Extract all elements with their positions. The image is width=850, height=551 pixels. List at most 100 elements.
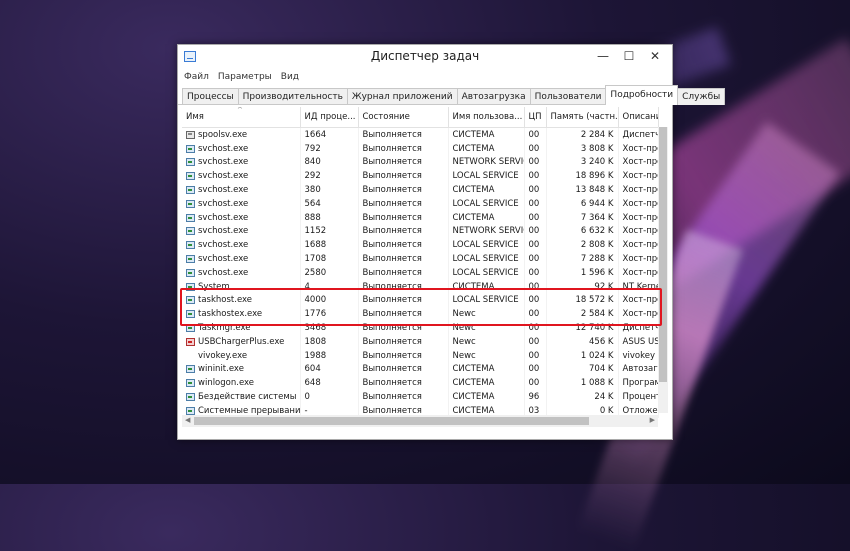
process-icon xyxy=(186,296,195,305)
memory-cell: 456 K xyxy=(546,334,619,349)
status-cell: Выполняется xyxy=(358,210,449,225)
pid-cell: 1664 xyxy=(300,127,359,142)
cpu-cell: 00 xyxy=(524,183,547,197)
memory-cell: 18 896 K xyxy=(546,169,619,184)
table-row[interactable]: svchost.exe 888 Выполняется СИСТЕМА 00 7 364 … xyxy=(182,210,659,225)
pid-cell: 4 xyxy=(300,279,359,294)
process-name-cell: svchost.exe xyxy=(182,155,301,170)
process-name-cell: winlogon.exe xyxy=(182,376,301,391)
table-row[interactable]: USBChargerPlus.exe 1808 Выполняется Newc 00 4… xyxy=(182,334,659,349)
memory-cell: 1 596 K xyxy=(546,265,619,280)
vertical-scrollbar[interactable] xyxy=(658,127,668,413)
process-icon xyxy=(186,172,195,181)
process-icon xyxy=(186,282,195,291)
menu-view[interactable]: Вид xyxy=(281,72,299,82)
column-header-username[interactable]: Имя пользова... xyxy=(448,107,525,128)
table-row[interactable]: svchost.exe 2580 Выполняется LOCAL SERVICE 0… xyxy=(182,265,659,280)
close-button[interactable]: ✕ xyxy=(642,47,668,65)
table-row[interactable]: Бездействие системы 0 Выполняется СИСТЕМА 96… xyxy=(182,390,659,404)
pid-cell: 840 xyxy=(300,155,359,170)
usb-icon xyxy=(186,337,195,346)
table-header-row: ^ Имя ИД проце... Состояние Имя пользова.… xyxy=(182,107,659,128)
cpu-cell: 00 xyxy=(524,376,547,391)
table-row[interactable]: System 4ВыполняетсяСИСТЕМА0092 KNT Kernel xyxy=(182,279,659,294)
process-name-cell: taskhostex.exe xyxy=(182,307,301,322)
vertical-scroll-thumb[interactable] xyxy=(659,127,667,382)
horizontal-scrollbar[interactable]: ◀ ▶ xyxy=(182,415,658,427)
tab-details[interactable]: Подробности xyxy=(605,85,679,105)
column-header-cpu[interactable]: ЦП xyxy=(524,107,547,128)
table-row[interactable]: Taskmgr.exe 3468 Выполняется Newc 00 12 740 K… xyxy=(182,321,659,335)
column-header-memory[interactable]: Память (частн... xyxy=(546,107,619,128)
column-header-status[interactable]: Состояние xyxy=(358,107,449,128)
column-header-description[interactable]: Описани xyxy=(618,107,659,128)
process-icon xyxy=(186,406,195,415)
table-row[interactable]: svchost.exe 1688 Выполняется LOCAL SERVICE 0… xyxy=(182,238,659,253)
status-cell: Выполняется xyxy=(358,224,449,239)
cpu-cell: 00 xyxy=(524,224,547,239)
username-cell: СИСТЕМА xyxy=(448,141,525,156)
process-name-cell: System xyxy=(182,279,301,294)
scroll-right-icon[interactable]: ▶ xyxy=(650,416,655,424)
table-row[interactable]: svchost.exe 380 Выполняется СИСТЕМА 00 13 848… xyxy=(182,183,659,197)
table-row[interactable]: svchost.exe 292 Выполняется LOCAL SERVICE 00… xyxy=(182,169,659,184)
description-cell: Хост-про xyxy=(618,238,659,253)
table-row[interactable]: winlogon.exe 648 Выполняется СИСТЕМА 00 1 088… xyxy=(182,376,659,391)
memory-cell: 24 K xyxy=(546,390,619,404)
cpu-cell: 00 xyxy=(524,362,547,377)
menu-options[interactable]: Параметры xyxy=(218,72,272,82)
title-bar[interactable]: Диспетчер задач — ☐ ✕ xyxy=(178,45,672,69)
process-name-cell: svchost.exe xyxy=(182,196,301,211)
status-cell: Выполняется xyxy=(358,307,449,322)
column-header-pid[interactable]: ИД проце... xyxy=(300,107,359,128)
process-name-cell: svchost.exe xyxy=(182,183,301,197)
description-cell: ASUS USB xyxy=(618,334,659,349)
description-cell: Хост-про xyxy=(618,169,659,184)
table-row[interactable]: spoolsv.exe 1664 Выполняется СИСТЕМА 00 2 284… xyxy=(182,127,659,142)
tab-users[interactable]: Пользователи xyxy=(529,88,607,105)
status-cell: Выполняется xyxy=(358,169,449,184)
pid-cell: 3468 xyxy=(300,321,359,335)
process-icon xyxy=(186,227,195,236)
table-row[interactable]: svchost.exe 564 Выполняется LOCAL SERVICE 00… xyxy=(182,196,659,211)
tab-performance[interactable]: Производительность xyxy=(237,88,348,105)
table-row[interactable]: taskhostex.exe 1776 Выполняется Newc 00 2 584… xyxy=(182,307,659,322)
tab-services[interactable]: Службы xyxy=(677,88,726,105)
horizontal-scroll-thumb[interactable] xyxy=(194,417,589,425)
table-row[interactable]: svchost.exe 1708 Выполняется LOCAL SERVICE 0… xyxy=(182,252,659,266)
process-icon xyxy=(186,199,195,208)
description-cell: Програм xyxy=(618,376,659,391)
process-name-cell: Бездействие системы xyxy=(182,390,301,404)
menu-file[interactable]: Файл xyxy=(184,72,209,82)
minimize-button[interactable]: — xyxy=(590,47,616,65)
process-icon xyxy=(186,379,195,388)
description-cell: Хост-про xyxy=(618,141,659,156)
table-row[interactable]: taskhost.exe 4000 Выполняется LOCAL SERVICE… xyxy=(182,293,659,308)
pid-cell: 2580 xyxy=(300,265,359,280)
memory-cell: 92 K xyxy=(546,279,619,294)
tab-startup[interactable]: Автозагрузка xyxy=(456,88,531,105)
process-name-cell: svchost.exe xyxy=(182,141,301,156)
username-cell: Newc xyxy=(448,307,525,322)
table-row[interactable]: svchost.exe 1152ВыполняетсяNETWORK SERVIC… xyxy=(182,224,659,239)
column-header-name[interactable]: ^ Имя xyxy=(182,107,301,128)
process-icon xyxy=(186,365,195,374)
table-row[interactable]: svchost.exe 840ВыполняетсяNETWORK SERVICE… xyxy=(182,155,659,170)
tab-processes[interactable]: Процессы xyxy=(182,88,239,105)
maximize-button[interactable]: ☐ xyxy=(616,47,642,65)
cpu-cell: 00 xyxy=(524,334,547,349)
process-name: svchost.exe xyxy=(198,254,249,265)
table-row[interactable]: vivokey.exe 1988 Выполняется Newc 00 1 024 Kv… xyxy=(182,348,659,363)
process-icon xyxy=(186,158,195,167)
table-row[interactable]: svchost.exe 792 Выполняется СИСТЕМА 00 3 808 … xyxy=(182,141,659,156)
pid-cell: 792 xyxy=(300,141,359,156)
process-icon xyxy=(186,393,195,402)
memory-cell: 7 288 K xyxy=(546,252,619,266)
table-row[interactable]: wininit.exe 604 Выполняется СИСТЕМА 00 704 KА… xyxy=(182,362,659,377)
process-name: wininit.exe xyxy=(198,364,244,375)
process-name-cell: svchost.exe xyxy=(182,224,301,239)
process-name: vivokey.exe xyxy=(198,350,248,361)
scroll-left-icon[interactable]: ◀ xyxy=(185,416,190,424)
task-manager-window: Диспетчер задач — ☐ ✕ Файл Параметры Вид… xyxy=(177,44,726,440)
tab-app-history[interactable]: Журнал приложений xyxy=(346,88,458,105)
